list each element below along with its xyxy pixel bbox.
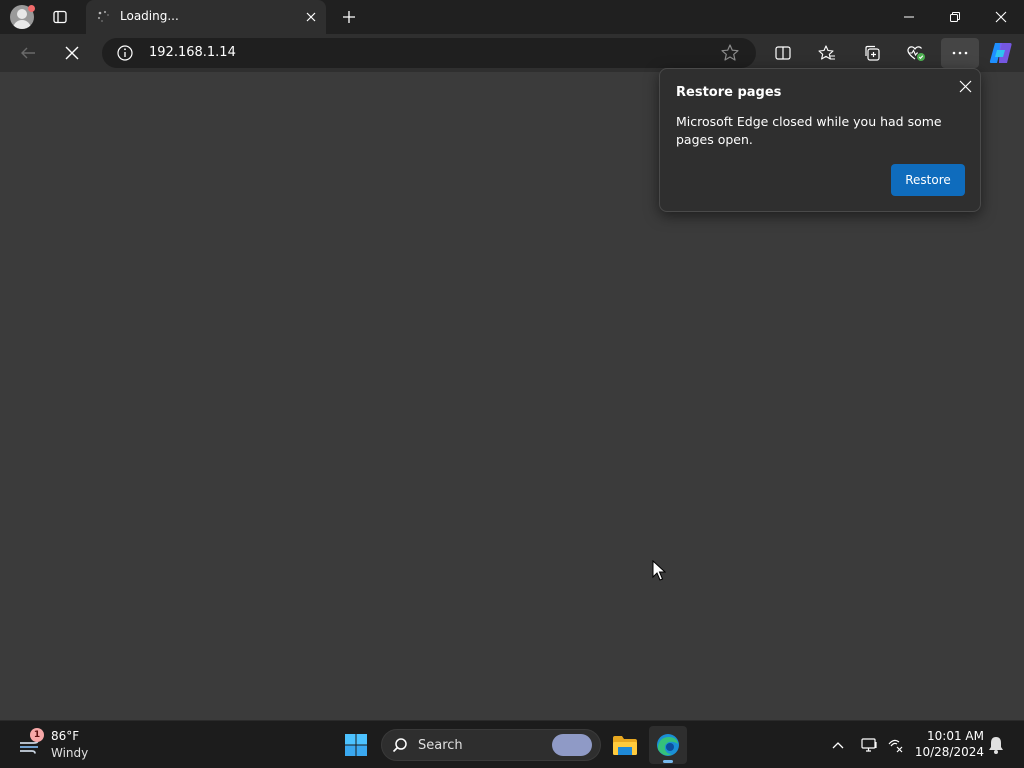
tab-close-button[interactable] [302,8,320,26]
popup-title: Restore pages [676,85,782,100]
chevron-up-icon [832,742,844,749]
close-icon [306,12,316,22]
new-tab-button[interactable] [336,4,362,30]
split-screen-button[interactable] [768,38,798,68]
tab-active[interactable]: Loading... [86,0,326,34]
start-button[interactable] [340,729,372,761]
browser-essentials-button[interactable] [901,38,931,68]
weather-condition: Windy [51,746,89,760]
tab-actions-button[interactable] [46,4,74,30]
file-explorer-button[interactable] [606,726,644,764]
show-hidden-icons-button[interactable] [826,733,850,757]
favorites-icon [818,45,835,60]
weather-badge: 1 [30,728,44,742]
restore-window-button[interactable] [932,0,978,34]
tab-title: Loading... [120,9,179,23]
search-highlight-image [552,734,592,756]
restore-pages-popup: Restore pages Microsoft Edge closed whil… [659,68,981,212]
taskbar: 1 86°F Windy Search 10:01 AM 10/28/2024 [0,720,1024,768]
popup-message: Microsoft Edge closed while you had some… [676,114,942,147]
close-icon [959,80,971,92]
system-clock[interactable]: 10:01 AM 10/28/2024 [914,728,984,760]
loading-spinner-icon [97,10,109,22]
split-screen-icon [775,46,791,60]
favorites-button[interactable] [812,38,842,68]
back-arrow-icon [21,47,35,59]
collections-button[interactable] [857,38,887,68]
clock-time: 10:01 AM [927,729,984,743]
edge-taskbar-button[interactable] [649,726,687,764]
taskbar-search-box[interactable]: Search [381,729,601,761]
profile-notification-dot [28,5,35,12]
minimize-icon [904,16,914,18]
clock-date: 10/28/2024 [914,745,984,759]
active-app-indicator [663,760,673,763]
file-explorer-icon [613,736,637,755]
info-icon[interactable] [116,44,134,62]
tab-actions-icon [53,10,67,24]
restore-button[interactable]: Restore [891,164,965,196]
display-tray-button[interactable] [858,733,882,757]
minimize-button[interactable] [886,0,932,34]
weather-temperature: 86°F [51,729,80,743]
more-icon [952,51,968,55]
display-icon [861,738,877,752]
collections-icon [865,45,880,61]
network-icon [888,739,903,753]
toolbar: 192.168.1.14 [0,34,1024,72]
popup-close-button[interactable] [954,75,976,97]
tab-strip: Loading... [0,0,1024,34]
network-tray-button[interactable] [884,733,908,757]
close-window-button[interactable] [978,0,1024,34]
search-label: Search [418,738,463,753]
copilot-icon [989,43,1012,63]
stop-loading-button[interactable] [57,38,87,68]
stop-icon [65,46,79,60]
back-button[interactable] [13,38,43,68]
search-icon [392,738,407,753]
close-icon [995,11,1007,23]
restore-icon [950,12,960,22]
more-button[interactable] [941,38,979,68]
windows-start-icon [345,734,367,756]
address-url[interactable]: 192.168.1.14 [149,45,236,60]
browser-essentials-icon [907,46,925,61]
plus-icon [343,11,355,23]
address-bar[interactable]: 192.168.1.14 [102,38,756,68]
star-icon[interactable] [720,43,740,63]
notification-bell-icon[interactable] [986,735,1006,755]
mouse-cursor-icon [652,560,666,581]
copilot-button[interactable] [986,38,1016,68]
edge-icon [657,734,679,756]
